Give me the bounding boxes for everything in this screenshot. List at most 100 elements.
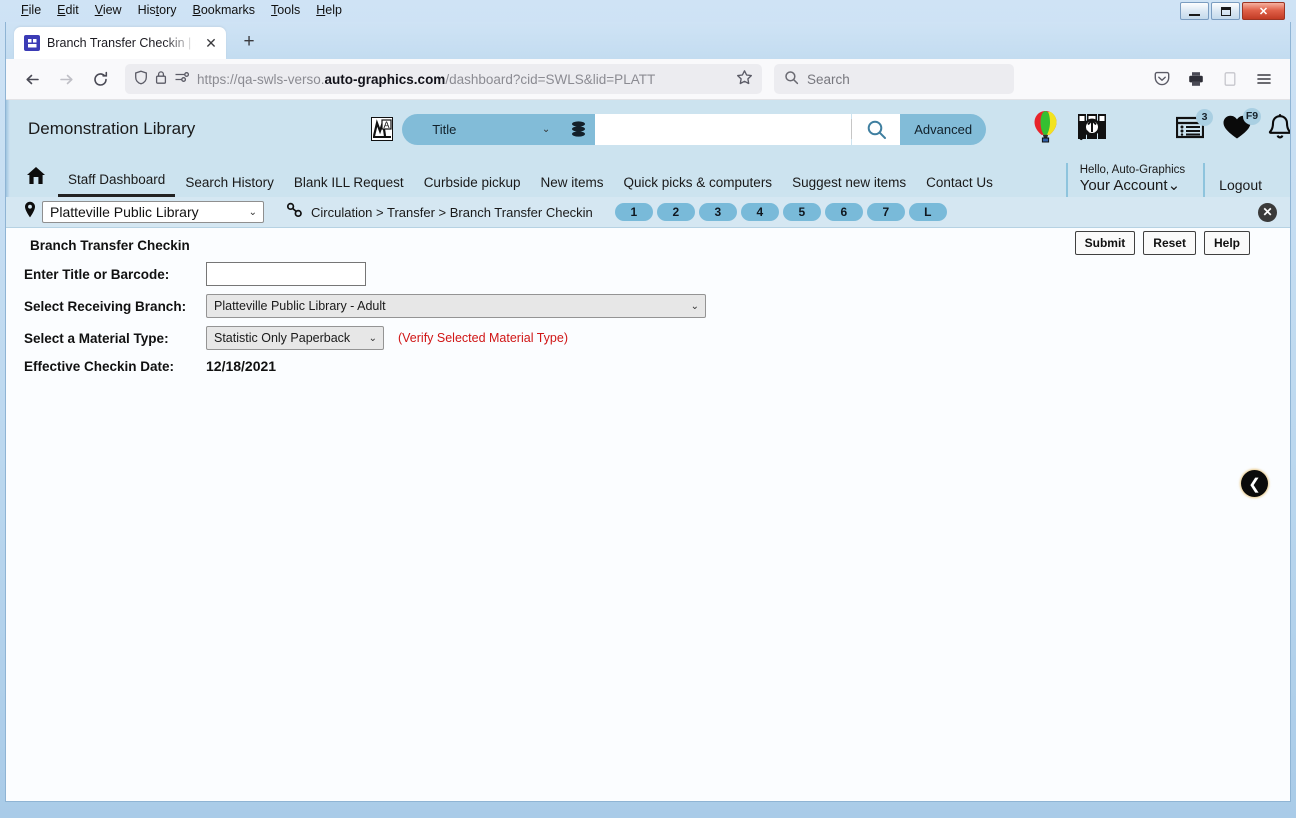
step-pill-1[interactable]: 1 <box>614 203 653 221</box>
menu-file[interactable]: FFileile <box>13 0 49 19</box>
receiving-branch-label: Select Receiving Branch: <box>24 298 187 314</box>
lock-icon <box>155 70 167 88</box>
step-pill-2[interactable]: 2 <box>656 203 695 221</box>
menu-view[interactable]: View <box>87 0 130 19</box>
account-menu[interactable]: Hello, Auto-Graphics Your Account⌄ <box>1065 163 1203 197</box>
chevron-down-icon: ⌄ <box>368 332 377 344</box>
library-name: Demonstration Library <box>28 119 196 138</box>
reload-icon[interactable] <box>84 63 116 95</box>
step-pills: 1 2 3 4 5 6 7 L <box>614 203 947 221</box>
minimize-button[interactable] <box>1180 2 1209 20</box>
effective-date-label: Effective Checkin Date: <box>24 358 175 374</box>
search-scope-value: Title <box>432 121 457 137</box>
location-pin-icon <box>24 201 36 223</box>
translate-icon[interactable]: A <box>371 117 394 141</box>
form-row-effective-date: Effective Checkin Date: 12/18/2021 <box>6 358 1290 374</box>
site-favicon-icon <box>24 35 40 51</box>
verify-material-type-note: (Verify Selected Material Type) <box>398 331 568 345</box>
menu-help[interactable]: Help <box>308 0 350 19</box>
close-window-button[interactable]: ✕ <box>1242 2 1285 20</box>
new-tab-button[interactable]: + <box>234 27 264 57</box>
step-pill-l[interactable]: L <box>908 203 947 221</box>
menu-history[interactable]: History <box>130 0 185 19</box>
header-tool-icons <box>1032 110 1108 148</box>
my-lists-badge: 3 <box>1196 108 1214 126</box>
search-scope-select[interactable]: Title ⌄ <box>402 113 563 145</box>
reset-button[interactable]: Reset <box>1143 231 1196 255</box>
url-suffix: /dashboard?cid=SWLS&lid=PLATT <box>445 71 656 87</box>
effective-date-value: 12/18/2021 <box>206 358 277 374</box>
nav-item-quick-picks[interactable]: Quick picks & computers <box>614 175 783 197</box>
window-controls: ✕ <box>1180 2 1285 20</box>
back-icon[interactable] <box>16 63 48 95</box>
menu-edit[interactable]: Edit <box>49 0 87 19</box>
step-pill-6[interactable]: 6 <box>824 203 863 221</box>
chevron-down-icon: ⌄ <box>541 123 551 135</box>
form-action-buttons: Submit Reset Help <box>1074 231 1250 255</box>
balloon-icon[interactable] <box>1032 110 1059 148</box>
close-icon[interactable]: ✕ <box>1258 202 1277 222</box>
favorites-heart-icon[interactable]: F9 <box>1222 107 1262 145</box>
link-chain-icon <box>286 202 303 223</box>
step-pill-3[interactable]: 3 <box>698 203 737 221</box>
page-viewport: Demonstration Library A Title ⌄ Advanced… <box>6 100 1290 801</box>
forward-icon[interactable] <box>50 63 82 95</box>
form-body: Submit Reset Help Branch Transfer Checki… <box>6 228 1290 801</box>
logout-link[interactable]: Logout <box>1203 163 1276 197</box>
pocket-save-icon[interactable] <box>1146 63 1178 95</box>
nav-item-contact-us[interactable]: Contact Us <box>916 175 1003 197</box>
tab-close-icon[interactable]: ✕ <box>203 35 219 51</box>
step-pill-7[interactable]: 7 <box>866 203 905 221</box>
database-select-icon[interactable] <box>562 113 596 145</box>
menu-tools[interactable]: Tools <box>263 0 308 19</box>
bookmark-star-icon[interactable] <box>736 69 753 89</box>
nav-item-blank-ill-request[interactable]: Blank ILL Request <box>284 175 414 197</box>
book-search-icon[interactable] <box>1077 111 1108 147</box>
reader-mode-icon[interactable] <box>1214 63 1246 95</box>
receiving-branch-select[interactable]: Platteville Public Library - Adult ⌄ <box>206 294 706 318</box>
os-window: FFileile Edit View History Bookmarks Too… <box>0 0 1296 818</box>
step-pill-5[interactable]: 5 <box>782 203 821 221</box>
material-type-select[interactable]: Statistic Only Paperback ⌄ <box>206 326 384 350</box>
app-header-top-row: Demonstration Library A Title ⌄ Advanced… <box>6 100 1290 158</box>
search-input[interactable] <box>595 113 852 145</box>
url-bar[interactable]: https://qa-swls-verso.auto-graphics.com/… <box>125 64 762 94</box>
breadcrumb: Circulation > Transfer > Branch Transfer… <box>311 204 593 220</box>
form-row-material-type: Select a Material Type: Statistic Only P… <box>6 326 1290 350</box>
home-icon[interactable] <box>26 166 46 190</box>
form-row-receiving-branch: Select Receiving Branch: Platteville Pub… <box>6 294 1290 318</box>
chevron-down-icon: ⌄ <box>248 206 257 218</box>
material-type-value: Statistic Only Paperback <box>214 331 351 345</box>
account-name-dropdown[interactable]: Your Account⌄ <box>1080 177 1185 195</box>
browser-search-bar[interactable]: Search <box>774 64 1014 94</box>
nav-item-suggest-new-items[interactable]: Suggest new items <box>782 175 916 197</box>
step-pill-4[interactable]: 4 <box>740 203 779 221</box>
branch-select[interactable]: Platteville Public Library ⌄ <box>42 201 264 223</box>
help-button[interactable]: Help <box>1203 231 1250 255</box>
chevron-down-icon: ⌄ <box>690 300 699 312</box>
collapse-panel-icon[interactable]: ❮ <box>1241 470 1268 497</box>
nav-item-search-history[interactable]: Search History <box>175 175 284 197</box>
nav-item-new-items[interactable]: New items <box>531 175 614 197</box>
advanced-search-button[interactable]: Advanced <box>900 113 987 145</box>
nav-item-curbside-pickup[interactable]: Curbside pickup <box>414 175 531 197</box>
app-primary-nav: Staff Dashboard Search History Blank ILL… <box>6 158 1290 197</box>
nav-item-staff-dashboard[interactable]: Staff Dashboard <box>58 172 176 197</box>
search-submit-icon[interactable] <box>852 113 901 145</box>
maximize-button[interactable] <box>1211 2 1240 20</box>
account-greeting: Hello, Auto-Graphics <box>1079 164 1186 176</box>
browser-tab[interactable]: Branch Transfer Checkin | SWLS ✕ <box>14 27 226 59</box>
svg-text:A: A <box>384 120 390 130</box>
permissions-icon[interactable] <box>174 71 190 87</box>
print-icon[interactable] <box>1180 63 1212 95</box>
menu-bookmarks[interactable]: Bookmarks <box>185 0 264 19</box>
my-lists-icon[interactable]: 3 <box>1175 108 1214 144</box>
submit-button[interactable]: Submit <box>1074 231 1136 255</box>
context-bar: Platteville Public Library ⌄ Circulation… <box>6 197 1290 228</box>
notifications-bell-icon[interactable] <box>1266 113 1290 146</box>
account-name-label: Your Account <box>1079 177 1168 194</box>
barcode-input[interactable] <box>206 262 366 286</box>
hamburger-menu-icon[interactable] <box>1248 63 1280 95</box>
url-domain: auto-graphics.com <box>324 71 446 87</box>
browser-window: Branch Transfer Checkin | SWLS ✕ + <box>5 22 1291 802</box>
